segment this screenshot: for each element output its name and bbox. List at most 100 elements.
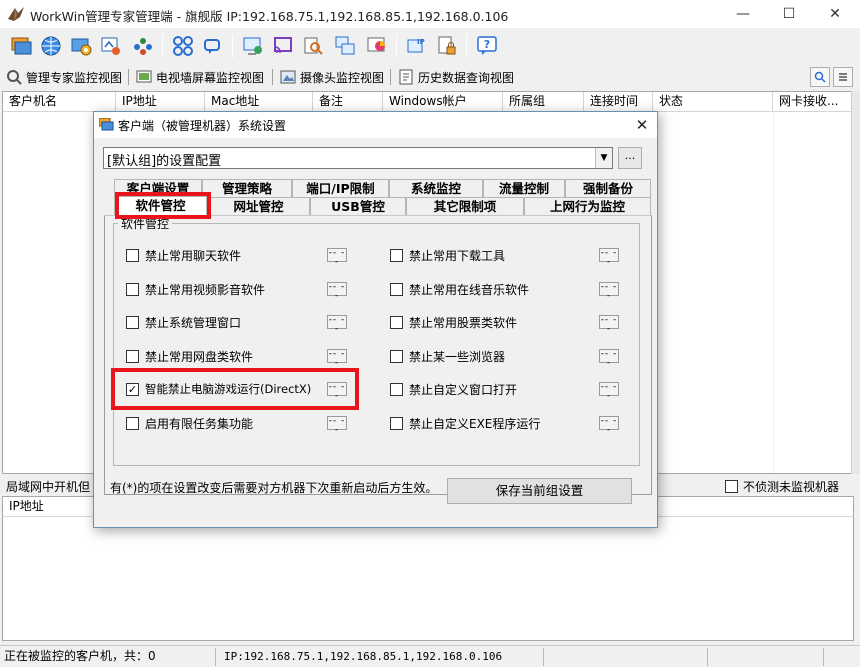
list-view-button[interactable] [833,67,853,87]
system-config-button[interactable]: -- -- [327,315,347,334]
column-header[interactable]: 客户机名 [3,92,116,112]
checkbox-box [390,315,403,329]
view-tab-expert[interactable]: 管理专家监控视图 [6,67,122,87]
maximize-button[interactable]: ☐ [766,0,812,28]
search-view-button[interactable] [810,67,830,87]
checkbox-box [390,282,403,296]
globe-icon[interactable] [38,33,64,59]
status-bar: 正在被监控的客户机，共：0 IP:192.168.75.1,192.168.85… [0,645,860,667]
view-tab-label: 摄像头监控视图 [300,70,385,85]
view-tab-history[interactable]: 历史数据查询视图 [398,67,514,87]
download-config-button[interactable]: -- -- [599,248,619,267]
custom-exe-config-button[interactable]: -- -- [599,416,619,435]
magnify-doc-icon[interactable] [300,33,326,59]
users-icon[interactable] [130,33,156,59]
option-block-video[interactable]: 禁止常用视频影音软件 [126,281,265,297]
column-header[interactable]: Mac地址 [205,92,313,112]
tab-other-limits[interactable]: 其它限制项 [406,197,524,215]
lock-doc-icon[interactable] [434,33,460,59]
option-block-chat[interactable]: 禁止常用聊天软件 [126,247,241,263]
minimize-button[interactable]: — [720,0,766,28]
main-scrollbar[interactable] [851,91,860,474]
dialog-close-button[interactable]: ✕ [630,114,654,136]
option-block-stock[interactable]: 禁止常用股票类软件 [390,314,517,330]
view-tab-label: 管理专家监控视图 [26,70,123,85]
option-block-netdisk[interactable]: 禁止常用网盘类软件 [126,348,253,364]
grid-icon[interactable] [170,33,196,59]
clients-icon[interactable] [8,33,34,59]
option-limited-taskset[interactable]: 启用有限任务集功能 [126,415,253,431]
music-config-button[interactable]: -- -- [599,282,619,301]
config-select-value: [默认组]的设置配置 [107,154,222,169]
column-header[interactable]: 网卡接收... [773,92,853,112]
cast-icon[interactable] [270,33,296,59]
main-toolbar: IP ? [0,28,860,64]
tab-web-behavior-monitor[interactable]: 上网行为监控 [524,197,651,215]
monitored-count-status: 正在被监控的客户机，共：0 [0,648,216,666]
video-config-button[interactable]: -- -- [327,282,347,301]
browser-config-button[interactable]: -- -- [599,349,619,368]
tvwall-icon [136,70,152,83]
view-tab-camera[interactable]: 摄像头监控视图 [280,67,384,87]
save-group-settings-button[interactable]: 保存当前组设置 [447,478,632,504]
dialog-title: 客户端（被管理机器）系统设置 [118,119,287,133]
option-block-custom-window[interactable]: 禁止自定义窗口打开 [390,381,517,397]
checkbox-box [725,480,738,493]
tab-port-ip-limit[interactable]: 端口/IP限制 [292,179,389,197]
ignore-unmonitored-checkbox[interactable]: 不侦测未监视机器 [725,478,839,495]
config-more-button[interactable]: ... [618,147,642,169]
tab-management-policy[interactable]: 管理策略 [202,179,292,197]
ip-icon[interactable]: IP [404,33,430,59]
option-block-custom-exe[interactable]: 禁止自定义EXE程序运行 [390,415,540,431]
option-block-system-windows[interactable]: 禁止系统管理窗口 [126,314,241,330]
stock-config-button[interactable]: -- -- [599,315,619,334]
column-header[interactable]: Windows帐户 [383,92,503,112]
checkbox-box [390,416,403,430]
tab-usb-control[interactable]: USB管控 [310,197,406,215]
column-header[interactable]: 状态 [653,92,773,112]
history-icon [399,69,413,85]
dialog-titlebar: 客户端（被管理机器）系统设置 ✕ [94,112,657,138]
view-tab-tvwall[interactable]: 电视墙屏幕监控视图 [136,67,264,87]
lower-panel-label: 局域网中开机但 [6,480,91,494]
tab-system-monitor[interactable]: 系统监控 [389,179,483,197]
restart-note: 有(*)的项在设置改变后需要对方机器下次重新启动后方生效。 [110,481,438,495]
custom-window-config-button[interactable]: -- -- [599,382,619,401]
help-icon[interactable]: ? [474,33,500,59]
tab-traffic-control[interactable]: 流量控制 [483,179,565,197]
close-button[interactable]: ✕ [812,0,858,28]
window-title: WorkWin管理专家管理端 - 旗舰版 IP:192.168.75.1,192… [30,9,509,24]
settings-icon[interactable] [68,33,94,59]
view-tab-label: 历史数据查询视图 [418,70,515,85]
screen-icon[interactable] [240,33,266,59]
tab-forced-backup[interactable]: 强制备份 [565,179,651,197]
client-table-header: 客户机名 IP地址 Mac地址 备注 Windows帐户 所属组 连接时间 状态… [3,92,853,112]
windows-icon[interactable] [332,33,358,59]
dialog-app-icon [99,118,114,131]
option-block-download[interactable]: 禁止常用下载工具 [390,247,505,263]
view-tab-label: 电视墙屏幕监控视图 [156,70,265,85]
tab-url-control[interactable]: 网址管控 [207,197,310,215]
chart-icon[interactable] [364,33,390,59]
option-block-browsers[interactable]: 禁止某一些浏览器 [390,348,505,364]
monitor-refresh-icon[interactable] [98,33,124,59]
list-icon [839,73,847,81]
svg-text:?: ? [484,38,490,51]
checkbox-box [126,349,139,363]
netdisk-config-button[interactable]: -- -- [327,349,347,368]
taskset-config-button[interactable]: -- -- [327,416,347,435]
chat-config-button[interactable]: -- -- [327,248,347,267]
column-header[interactable]: IP地址 [116,92,205,112]
search-doc-icon[interactable] [200,33,226,59]
column-header[interactable]: 所属组 [503,92,584,112]
checkbox-box [126,282,139,296]
column-header[interactable]: 备注 [313,92,383,112]
highlight-option-frame [111,368,359,410]
checkbox-box [126,248,139,262]
config-select[interactable]: [默认组]的设置配置 ▼ [103,147,613,169]
option-block-music[interactable]: 禁止常用在线音乐软件 [390,281,529,297]
checkbox-box [126,416,139,430]
column-header[interactable]: 连接时间 [584,92,653,112]
view-tab-bar: 管理专家监控视图 电视墙屏幕监控视图 摄像头监控视图 历史数据查询视图 [0,64,860,90]
chevron-down-icon[interactable]: ▼ [595,148,612,168]
